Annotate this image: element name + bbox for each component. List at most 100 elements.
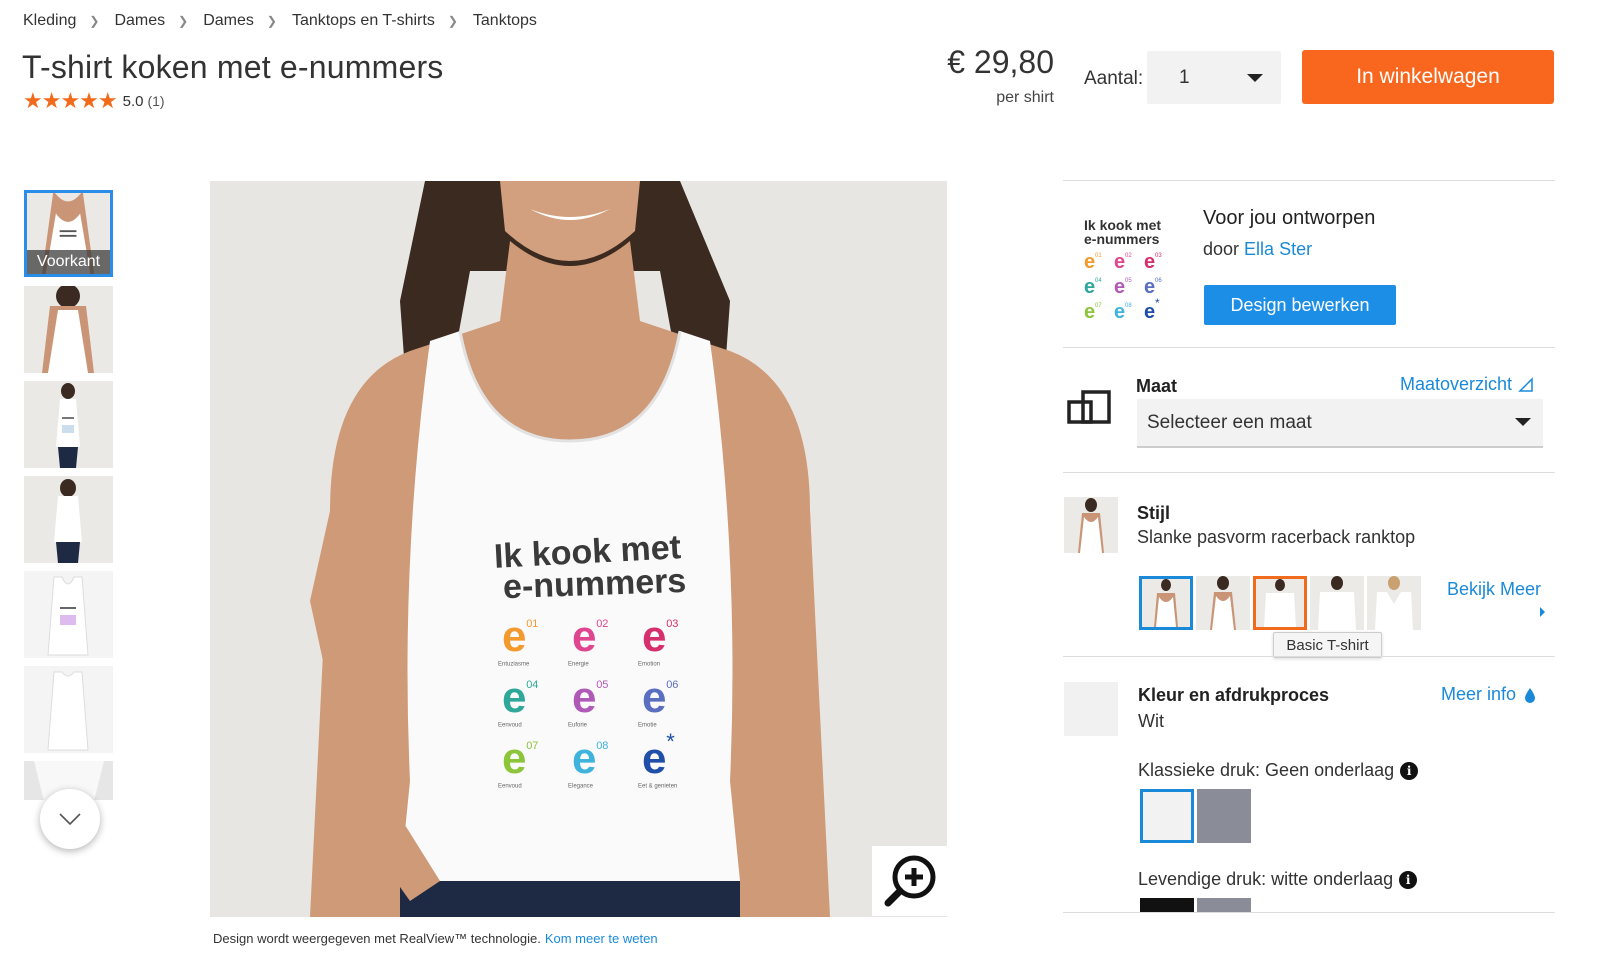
size-select[interactable]: Selecteer een maat	[1137, 399, 1543, 448]
style-option-image	[1310, 576, 1364, 630]
e-number-index: 08	[1125, 303, 1132, 309]
design-thumbnail[interactable]: Ik kook met e-nummers e 01 e 02 e 03 e 04 e 05 e 06…	[1076, 206, 1172, 330]
color-swatch-grey[interactable]	[1197, 789, 1251, 843]
breadcrumb-item[interactable]: Tanktops	[473, 12, 537, 30]
realview-learn-more-link[interactable]: Kom meer te weten	[545, 931, 658, 946]
e-number-label: Euforie	[568, 722, 588, 728]
shirt-print: Ik kook met e-nummers e 01Entuziasmee 02En…	[493, 528, 687, 789]
e-number-label: Eenvoud	[498, 783, 522, 789]
thumbnail-back[interactable]	[24, 286, 113, 373]
shirt-print-line2: e-nummers	[502, 562, 686, 606]
info-icon[interactable]: i	[1400, 761, 1419, 780]
design-author: door Ella Ster	[1203, 239, 1312, 260]
product-rating[interactable]: ★★★★★ 5.0 (1)	[23, 90, 165, 112]
quantity-value: 1	[1179, 66, 1190, 88]
color-swatch-grey-vivid[interactable]	[1197, 898, 1251, 912]
color-more-info-link[interactable]: Meer info	[1441, 684, 1536, 705]
chevron-right-icon: ❯	[89, 14, 100, 28]
e-number-label: Emotion	[638, 661, 660, 667]
design-author-prefix: door	[1203, 239, 1240, 259]
breadcrumb-item[interactable]: Tanktops en T-shirts	[292, 12, 435, 30]
design-preview: Ik kook met e-nummers e 01 e 02 e 03e 04 e 05 e 06…	[1076, 206, 1172, 330]
e-number-letter: e	[1114, 251, 1125, 273]
e-number-letter: e	[1144, 276, 1155, 298]
size-chart-label: Maatoverzicht	[1400, 374, 1513, 394]
caret-right-icon	[1540, 607, 1545, 617]
breadcrumb-item[interactable]: Dames	[114, 12, 165, 30]
e-number-letter: e	[1114, 301, 1125, 323]
info-icon[interactable]: i	[1399, 870, 1418, 889]
thumbnail-flat-back[interactable]	[24, 666, 113, 753]
style-thumbnail-image	[1064, 497, 1118, 553]
e-number-label: Eet & genieten	[638, 783, 677, 789]
e-number-index: 04	[1095, 278, 1102, 284]
thumbnails-scroll-down-button[interactable]	[40, 789, 100, 849]
e-number-letter: e	[1114, 276, 1125, 298]
thumbnail-caption: Voorkant	[27, 250, 110, 274]
design-title: Voor jou ontworpen	[1203, 207, 1376, 229]
thumbnail-front[interactable]: Voorkant	[24, 190, 113, 277]
classic-print-text: Klassieke druk: Geen onderlaag	[1138, 760, 1395, 780]
breadcrumb-item[interactable]: Kleding	[23, 12, 76, 30]
e-number-letter: e	[642, 612, 666, 661]
style-thumbnail	[1064, 497, 1118, 553]
thumbnail-full-front[interactable]	[24, 381, 113, 468]
e-number-label: Energie	[568, 661, 589, 667]
classic-print-label: Klassieke druk: Geen onderlaag i	[1138, 760, 1419, 781]
style-option-racerback[interactable]	[1139, 576, 1193, 630]
thumbnail-flat-front[interactable]	[24, 571, 113, 658]
edit-design-button[interactable]: Design bewerken	[1204, 285, 1396, 325]
e-number-letter: e	[502, 612, 526, 661]
e-number-index: 04	[526, 679, 538, 691]
panel-bottom-edge	[1063, 912, 1555, 978]
rating-value: 5.0	[122, 92, 144, 110]
e-number-letter: e	[502, 673, 526, 722]
zoom-button[interactable]	[872, 846, 948, 916]
product-price: € 29,80	[947, 44, 1054, 80]
e-number-index: *	[666, 729, 675, 754]
thumbnail-image	[24, 666, 113, 753]
e-number-index: 07	[1095, 303, 1102, 309]
caret-down-icon	[1515, 418, 1531, 426]
color-swatch-white[interactable]	[1140, 789, 1194, 843]
thumbnail-image	[24, 571, 113, 658]
quantity-select[interactable]: 1	[1147, 51, 1281, 104]
style-option-basic-tshirt[interactable]	[1253, 576, 1307, 630]
thumbnail-image	[24, 476, 113, 563]
view-more-styles-link[interactable]: Bekijk Meer	[1447, 579, 1541, 600]
size-chart-link[interactable]: Maatoverzicht	[1400, 374, 1534, 395]
chevron-right-icon: ❯	[266, 14, 277, 28]
add-to-cart-button[interactable]: In winkelwagen	[1302, 50, 1554, 104]
chevron-right-icon: ❯	[447, 14, 458, 28]
rating-count[interactable]: (1)	[147, 93, 164, 109]
e-number-index: 02	[1125, 253, 1132, 259]
style-option-image	[1196, 576, 1250, 630]
thumbnail-image	[24, 381, 113, 468]
style-option-vneck-tshirt[interactable]	[1367, 576, 1421, 630]
size-label: Maat	[1136, 376, 1178, 396]
style-option-crew-tshirt[interactable]	[1310, 576, 1364, 630]
main-product-image[interactable]: Ik kook met e-nummers e 01 Entuziasme e 02 En…	[210, 181, 947, 917]
price-unit: per shirt	[996, 89, 1054, 106]
realview-note: Design wordt weergegeven met RealView™ t…	[213, 931, 658, 946]
e-number-letter: e	[642, 734, 666, 783]
designer-link[interactable]: Ella Ster	[1244, 239, 1312, 259]
e-number-label: Eenvoud	[498, 722, 522, 728]
more-info-label: Meer info	[1441, 684, 1517, 704]
style-label: Stijl	[1137, 503, 1171, 523]
e-number-letter: e	[1084, 301, 1095, 323]
e-number-label: Emotie	[638, 722, 657, 728]
color-swatch-black[interactable]	[1140, 898, 1194, 912]
e-number-index: 07	[526, 740, 538, 752]
divider	[1063, 180, 1555, 181]
breadcrumb-item[interactable]: Dames	[203, 12, 254, 30]
e-number-letter: e	[1144, 301, 1155, 323]
thumbnail-full-back[interactable]	[24, 476, 113, 563]
chevron-down-icon	[59, 813, 81, 825]
e-number-letter: e	[1144, 251, 1155, 273]
style-option-tanktop[interactable]	[1196, 576, 1250, 630]
color-value: Wit	[1138, 711, 1164, 731]
selected-color-swatch	[1064, 682, 1118, 736]
e-number-letter: e	[572, 612, 596, 661]
style-option-image	[1367, 576, 1421, 630]
